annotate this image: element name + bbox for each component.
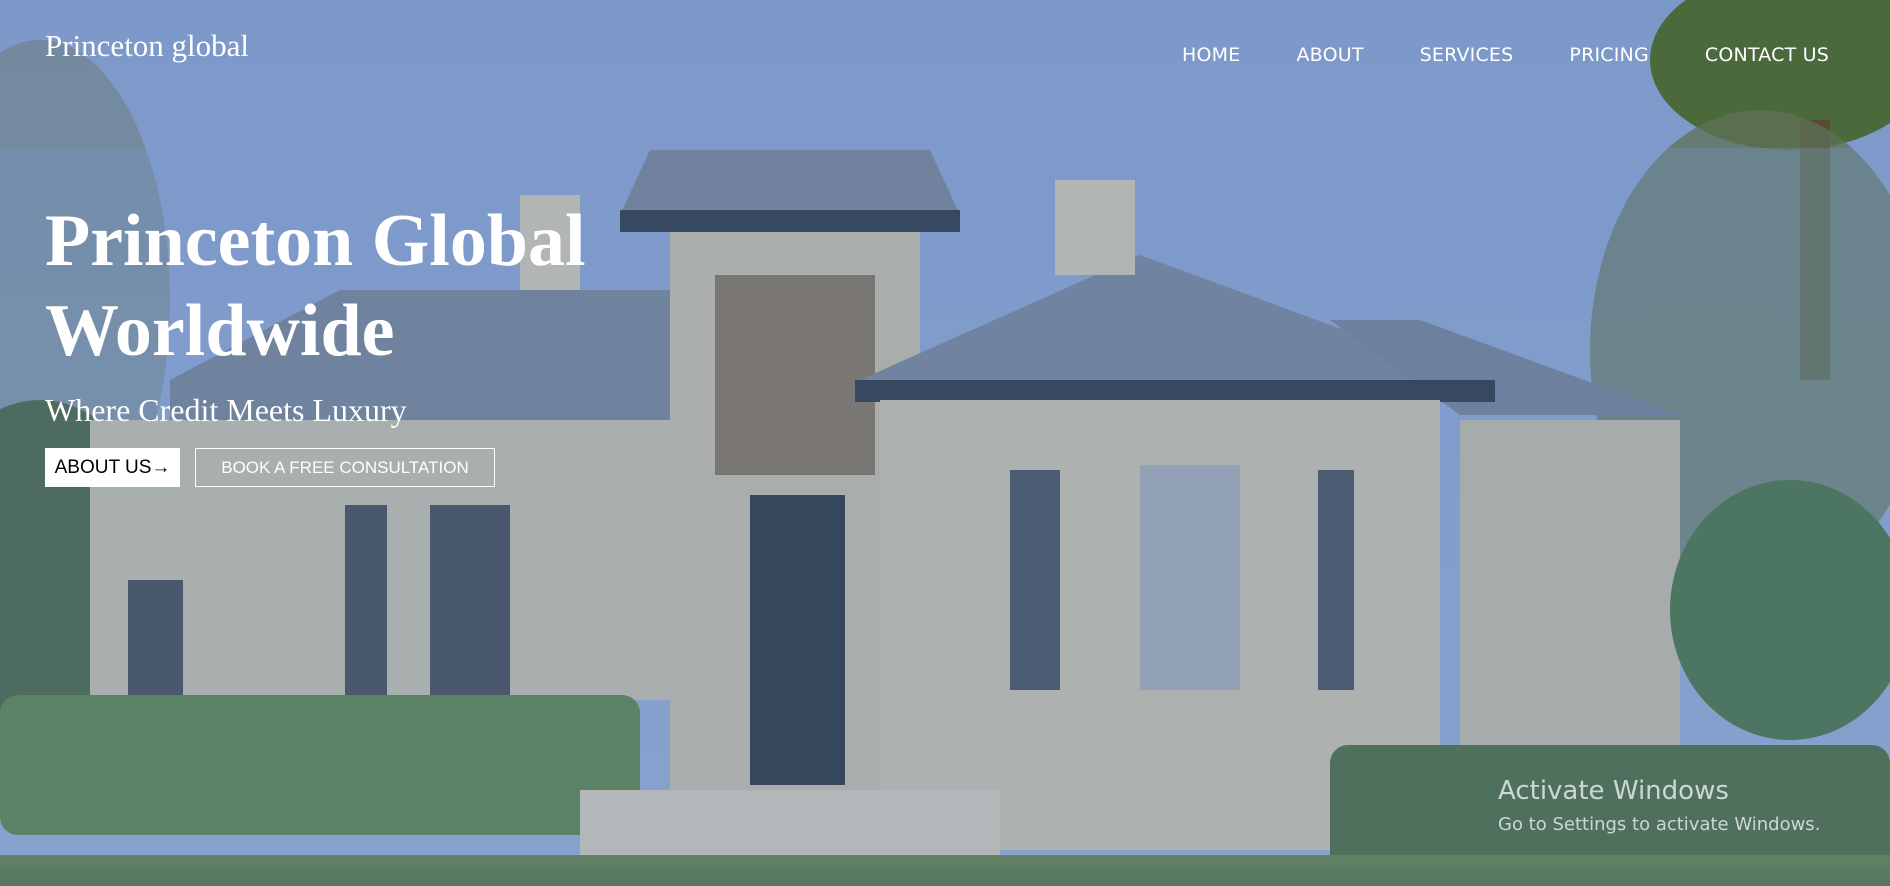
nav-about[interactable]: ABOUT — [1296, 44, 1363, 66]
nav-home[interactable]: HOME — [1182, 44, 1240, 66]
nav-pricing[interactable]: PRICING — [1569, 44, 1648, 66]
hero-subtitle: Where Credit Meets Luxury — [45, 392, 407, 428]
about-us-button[interactable]: ABOUT US→ — [45, 448, 180, 487]
hero-title: Princeton Global Worldwide — [45, 200, 586, 372]
activate-windows-message: Go to Settings to activate Windows. — [1498, 814, 1821, 835]
activate-windows-watermark: Activate Windows Go to Settings to activ… — [1498, 776, 1820, 835]
nav-services[interactable]: SERVICES — [1420, 44, 1514, 66]
brand-logo[interactable]: Princeton global — [45, 28, 249, 64]
nav-contact-us[interactable]: CONTACT US — [1705, 44, 1829, 66]
activate-windows-title: Activate Windows — [1498, 776, 1729, 806]
book-consultation-button[interactable]: BOOK A FREE CONSULTATION — [195, 448, 495, 487]
main-nav: HOME ABOUT SERVICES PRICING CONTACT US — [1182, 44, 1829, 66]
